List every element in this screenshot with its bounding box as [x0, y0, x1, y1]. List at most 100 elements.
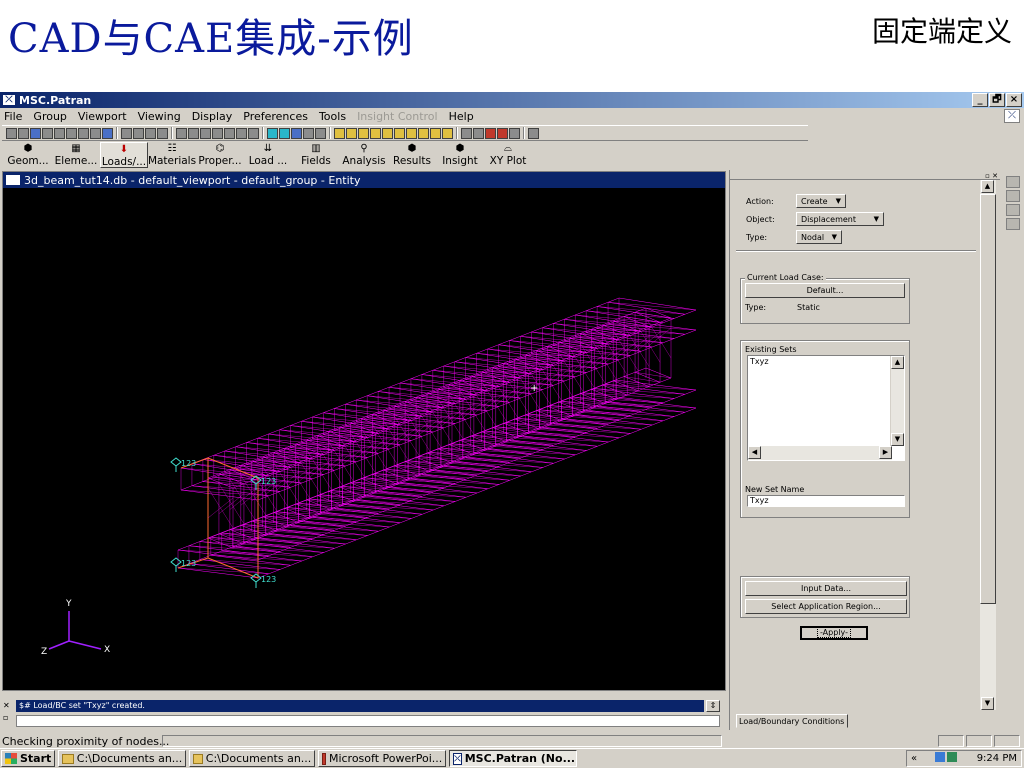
reset-graphics-icon[interactable]: [90, 127, 101, 139]
label-all-icon[interactable]: [418, 127, 429, 139]
tab-insight[interactable]: ⬢ Insight: [436, 142, 484, 168]
tab-loads-bcs[interactable]: ⬇ Loads/...: [100, 142, 148, 168]
existing-sets-list[interactable]: Txyz ▲ ▼ ◀ ▶: [747, 355, 905, 461]
menu-file[interactable]: File: [4, 110, 22, 123]
smooth-shade-icon[interactable]: [291, 127, 302, 139]
refresh-icon[interactable]: [102, 127, 113, 139]
restore-button[interactable]: 🗗: [989, 93, 1005, 107]
tray-app-icon[interactable]: [946, 752, 957, 762]
menu-group[interactable]: Group: [33, 110, 67, 123]
start-button[interactable]: Start: [1, 750, 56, 767]
action-dropdown[interactable]: Create ▼: [796, 194, 846, 208]
scroll-left-icon[interactable]: ◀: [748, 446, 761, 459]
scroll-down-icon[interactable]: ▼: [981, 697, 994, 710]
zoom-out-icon[interactable]: [236, 127, 247, 139]
view-select-icon[interactable]: [176, 127, 187, 139]
viewport-titlebar[interactable]: 3d_beam_tut14.db - default_viewport - de…: [3, 172, 725, 188]
menu-tools[interactable]: Tools: [319, 110, 346, 123]
list-item[interactable]: Txyz: [748, 356, 904, 367]
zoom-window-icon[interactable]: [224, 127, 235, 139]
scroll-up-icon[interactable]: ▲: [981, 180, 994, 193]
console-history[interactable]: $# Load/BC set "Txyz" created.: [16, 700, 704, 712]
home-icon[interactable]: [528, 127, 539, 139]
rotate-y-icon[interactable]: [133, 127, 144, 139]
taskbar-item-patran[interactable]: ⤫ MSC.Patran (No...: [449, 750, 578, 767]
taskbar-item-documents-2[interactable]: C:\Documents an...: [189, 750, 316, 767]
form-scrollbar[interactable]: ▲ ▼: [980, 180, 996, 710]
help-pointer-icon[interactable]: ⤫: [1004, 109, 1020, 123]
open-icon[interactable]: [18, 127, 29, 139]
tray-chevron-icon[interactable]: «: [911, 753, 917, 764]
hide-markers-icon[interactable]: [497, 127, 508, 139]
iso-view-icon[interactable]: [315, 127, 326, 139]
wireframe-icon[interactable]: [267, 127, 278, 139]
side-tool-icon[interactable]: [1006, 204, 1020, 216]
rotate-free-icon[interactable]: [157, 127, 168, 139]
center-icon[interactable]: [200, 127, 211, 139]
abort-icon[interactable]: [78, 127, 89, 139]
minimize-button[interactable]: _: [972, 93, 988, 107]
show-markers-icon[interactable]: [485, 127, 496, 139]
type-dropdown[interactable]: Nodal ▼: [796, 230, 842, 244]
object-dropdown[interactable]: Displacement ▼: [796, 212, 884, 226]
select-application-region-button[interactable]: Select Application Region...: [745, 599, 907, 614]
fit-view-icon[interactable]: [212, 127, 223, 139]
apply-button[interactable]: -Apply-: [800, 626, 868, 640]
pan-icon[interactable]: [188, 127, 199, 139]
front-view-icon[interactable]: [303, 127, 314, 139]
scroll-down-icon[interactable]: ▼: [891, 433, 904, 446]
tab-results[interactable]: ⬢ Results: [388, 142, 436, 168]
label-mpc-icon[interactable]: [406, 127, 417, 139]
label-point-icon[interactable]: [334, 127, 345, 139]
menu-preferences[interactable]: Preferences: [243, 110, 308, 123]
side-tool-icon[interactable]: [1006, 190, 1020, 202]
label-curve-icon[interactable]: [346, 127, 357, 139]
network-icon[interactable]: [934, 752, 945, 762]
model-canvas[interactable]: 123 123 123 123 Y X Z +: [3, 188, 725, 690]
new-icon[interactable]: [6, 127, 17, 139]
scroll-right-icon[interactable]: ▶: [879, 446, 892, 459]
tab-geometry[interactable]: ⬢ Geom...: [4, 142, 52, 168]
command-input[interactable]: [16, 715, 720, 727]
side-tool-icon[interactable]: [1006, 176, 1020, 188]
tab-xy-plot[interactable]: ⌓ XY Plot: [484, 142, 532, 168]
rotate-x-icon[interactable]: [121, 127, 132, 139]
taskbar-item-documents-1[interactable]: C:\Documents an...: [58, 750, 187, 767]
taskbar-item-powerpoint[interactable]: Microsoft PowerPoi...: [318, 750, 447, 767]
console-side-icons[interactable]: ✕ ▫: [3, 700, 13, 726]
form-window-buttons[interactable]: ▫ ✕: [985, 172, 998, 180]
label-element-icon[interactable]: [394, 127, 405, 139]
copy-icon[interactable]: [54, 127, 65, 139]
zoom-in-icon[interactable]: [248, 127, 259, 139]
tab-materials[interactable]: ☷ Materials: [148, 142, 196, 168]
console-expand-button[interactable]: ⇕: [706, 700, 720, 712]
label-hide-icon[interactable]: [430, 127, 441, 139]
form-tab-loads-bcs[interactable]: Load/Boundary Conditions: [736, 714, 848, 728]
label-node-icon[interactable]: [382, 127, 393, 139]
menu-viewport[interactable]: Viewport: [78, 110, 127, 123]
graphics-viewport[interactable]: 3d_beam_tut14.db - default_viewport - de…: [2, 171, 726, 691]
tab-elements[interactable]: ▦ Eleme...: [52, 142, 100, 168]
list-horizontal-scrollbar[interactable]: ◀ ▶: [748, 446, 892, 460]
load-case-button[interactable]: Default...: [745, 283, 905, 298]
undo-icon[interactable]: [66, 127, 77, 139]
tab-analysis[interactable]: ⚲ Analysis: [340, 142, 388, 168]
tab-properties[interactable]: ⌬ Proper...: [196, 142, 244, 168]
menu-help[interactable]: Help: [449, 110, 474, 123]
input-data-button[interactable]: Input Data...: [745, 581, 907, 596]
tab-load-cases[interactable]: ⇊ Load ...: [244, 142, 292, 168]
label-solid-icon[interactable]: [370, 127, 381, 139]
window-titlebar[interactable]: ⤫ MSC.Patran _ 🗗 ×: [0, 92, 1024, 108]
print-icon[interactable]: [42, 127, 53, 139]
rotate-z-icon[interactable]: [145, 127, 156, 139]
plot-erase-icon[interactable]: [461, 127, 472, 139]
hidden-line-icon[interactable]: [279, 127, 290, 139]
menu-display[interactable]: Display: [192, 110, 233, 123]
plot-all-icon[interactable]: [473, 127, 484, 139]
side-tool-icon[interactable]: [1006, 218, 1020, 230]
label-show-icon[interactable]: [442, 127, 453, 139]
scroll-up-icon[interactable]: ▲: [891, 356, 904, 369]
close-button[interactable]: ×: [1006, 93, 1022, 107]
label-surface-icon[interactable]: [358, 127, 369, 139]
menu-viewing[interactable]: Viewing: [138, 110, 181, 123]
